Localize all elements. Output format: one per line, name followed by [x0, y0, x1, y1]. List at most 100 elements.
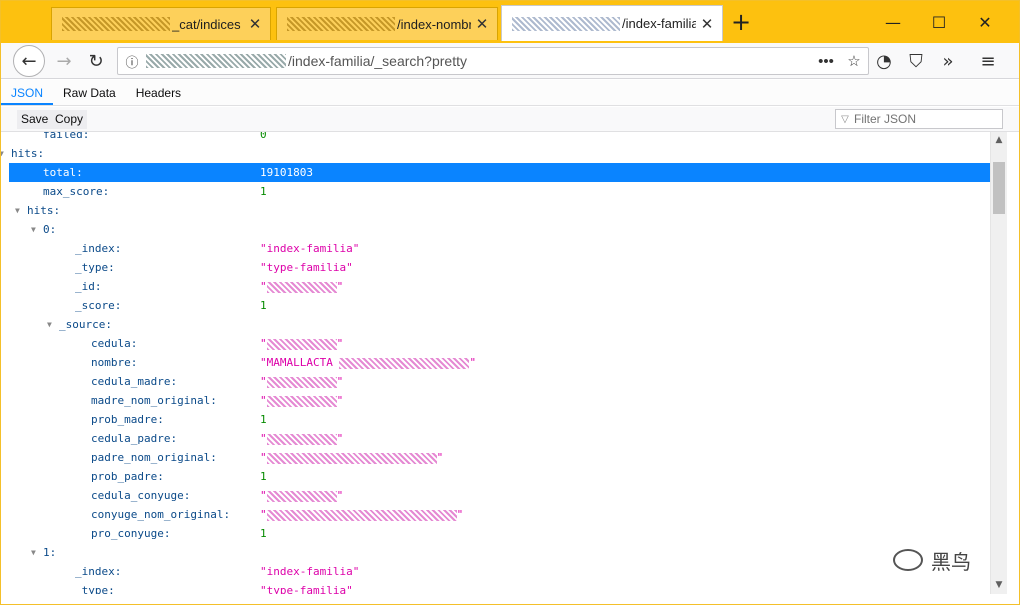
maximize-icon[interactable]: ☐: [917, 9, 961, 35]
shield-icon[interactable]: ⛉: [901, 47, 931, 75]
tab-title: _cat/indices: [172, 16, 241, 32]
scroll-up-icon[interactable]: ▲: [991, 132, 1007, 149]
expand-toggle-icon[interactable]: ▼: [1, 144, 9, 163]
tree-value: 1: [260, 470, 267, 483]
quote-close: ": [436, 451, 444, 464]
tree-row[interactable]: cedula_padre: " ": [9, 429, 990, 448]
close-icon[interactable]: ✕: [963, 9, 1007, 35]
expand-toggle-icon[interactable]: ▼: [31, 543, 41, 562]
star-icon[interactable]: ☆: [840, 52, 868, 70]
tab-raw-data[interactable]: Raw Data: [53, 80, 126, 105]
forward-arrow-icon[interactable]: →: [49, 47, 79, 75]
menu-icon[interactable]: ≡: [973, 47, 1003, 75]
tree-row[interactable]: cedula: " ": [9, 334, 990, 353]
redacted-value: [266, 490, 337, 502]
tree-row[interactable]: cedula_madre: " ": [9, 372, 990, 391]
expand-toggle-icon[interactable]: ▼: [15, 201, 25, 220]
value-text: "MAMALLACTA: [260, 356, 340, 369]
tree-key: prob_madre:: [91, 413, 164, 426]
tree-row[interactable]: madre_nom_original: " ": [9, 391, 990, 410]
plus-icon[interactable]: +: [729, 9, 753, 37]
more-icon[interactable]: •••: [812, 53, 840, 70]
tree-value: " ": [260, 277, 343, 296]
tree-key: conyuge_nom_original:: [91, 508, 231, 521]
tree-key: cedula_padre:: [91, 432, 178, 445]
tree-value: "type-familia": [260, 584, 353, 594]
info-icon[interactable]: ⓘ: [118, 52, 146, 71]
tree-key: cedula:: [91, 337, 138, 350]
tree-value: "index-familia": [260, 242, 360, 255]
tree-row[interactable]: ▼ hits:: [9, 201, 990, 220]
close-tab-icon[interactable]: ✕: [471, 13, 493, 35]
tree-row[interactable]: _id: " ": [9, 277, 990, 296]
back-arrow-icon[interactable]: ←: [13, 45, 45, 77]
expand-toggle-icon[interactable]: ▼: [47, 315, 57, 334]
tab-title: /index-familia/_: [622, 16, 696, 31]
pocket-icon[interactable]: ◔: [869, 47, 899, 75]
tree-row[interactable]: _index: "index-familia": [9, 562, 990, 581]
scroll-thumb[interactable]: [993, 162, 1005, 214]
tree-value: " ": [260, 372, 343, 391]
filter-icon: ▽: [841, 113, 849, 125]
browser-window: _cat/indices ✕ /index-nombre ✕ /index-fa…: [0, 0, 1020, 605]
tree-row[interactable]: _index: "index-familia": [9, 239, 990, 258]
vertical-scrollbar[interactable]: ▲ ▼: [990, 132, 1007, 594]
tree-key: 0:: [43, 223, 57, 236]
tree-row[interactable]: _score: 1: [9, 296, 990, 315]
redacted-value: [266, 338, 337, 350]
save-button[interactable]: Save: [17, 110, 53, 129]
navigation-bar: ← → ↻ ⓘ /index-familia/_search?pretty ••…: [1, 43, 1019, 79]
tree-row[interactable]: _type: "type-familia": [9, 258, 990, 277]
tree-row[interactable]: prob_padre: 1: [9, 467, 990, 486]
redacted-value: [339, 357, 470, 369]
tree-row[interactable]: ▼ hits:: [1, 144, 990, 163]
tree-key: total:: [43, 166, 83, 179]
tree-key: padre_nom_original:: [91, 451, 217, 464]
minimize-icon[interactable]: —: [871, 9, 915, 35]
tree-value: "index-familia": [260, 565, 360, 578]
watermark-text: 黑鸟: [931, 549, 971, 574]
scroll-down-icon[interactable]: ▼: [991, 577, 1007, 594]
url-text[interactable]: /index-familia/_search?pretty: [288, 53, 812, 69]
wechat-icon: [893, 549, 923, 571]
tree-row[interactable]: ▼ _source:: [9, 315, 990, 334]
quote-close: ": [469, 356, 477, 369]
tree-row[interactable]: cedula_conyuge: " ": [9, 486, 990, 505]
json-toolbar: Save Copy ▽ Filter JSON: [1, 107, 1019, 132]
tree-row[interactable]: _type: "type-familia": [9, 581, 990, 594]
tree-row[interactable]: failed: 0: [9, 132, 990, 144]
close-tab-icon[interactable]: ✕: [244, 13, 266, 35]
close-tab-icon[interactable]: ✕: [696, 13, 718, 35]
tree-value: 1: [260, 413, 267, 426]
tree-key: _type:: [75, 261, 115, 274]
tab-index-nombre[interactable]: /index-nombre ✕: [276, 7, 498, 40]
tree-row[interactable]: padre_nom_original: " ": [9, 448, 990, 467]
tree-row[interactable]: nombre: "MAMALLACTA ": [9, 353, 990, 372]
tree-row[interactable]: conyuge_nom_original: " ": [9, 505, 990, 524]
tab-cat-indices[interactable]: _cat/indices ✕: [51, 7, 271, 40]
filter-json-input[interactable]: ▽ Filter JSON: [835, 109, 1003, 129]
redacted-value: [266, 395, 337, 407]
redacted-value: [266, 452, 437, 464]
copy-button[interactable]: Copy: [51, 110, 88, 129]
tab-json[interactable]: JSON: [1, 80, 54, 105]
tree-row[interactable]: ▼ 0:: [9, 220, 990, 239]
tab-headers[interactable]: Headers: [126, 80, 191, 105]
quote-close: ": [336, 489, 344, 502]
reload-icon[interactable]: ↻: [81, 47, 111, 75]
overflow-icon[interactable]: »: [933, 47, 963, 75]
tree-value: 1: [260, 527, 267, 540]
value-text: ": [260, 394, 267, 407]
tree-row[interactable]: pro_conyuge: 1: [9, 524, 990, 543]
tree-row[interactable]: max_score: 1: [9, 182, 990, 201]
expand-toggle-icon[interactable]: ▼: [31, 220, 41, 239]
tree-key: 1:: [43, 546, 57, 559]
tree-row[interactable]: prob_madre: 1: [9, 410, 990, 429]
url-bar[interactable]: ⓘ /index-familia/_search?pretty ••• ☆: [117, 47, 869, 75]
redacted-host: [146, 54, 286, 68]
tab-index-familia[interactable]: /index-familia/_ ✕: [501, 5, 723, 41]
tree-key: _id:: [75, 280, 102, 293]
tree-value: 19101803: [260, 166, 313, 179]
tree-row[interactable]: ▼ 1:: [9, 543, 990, 562]
tree-row[interactable]: total: 19101803: [9, 163, 990, 182]
